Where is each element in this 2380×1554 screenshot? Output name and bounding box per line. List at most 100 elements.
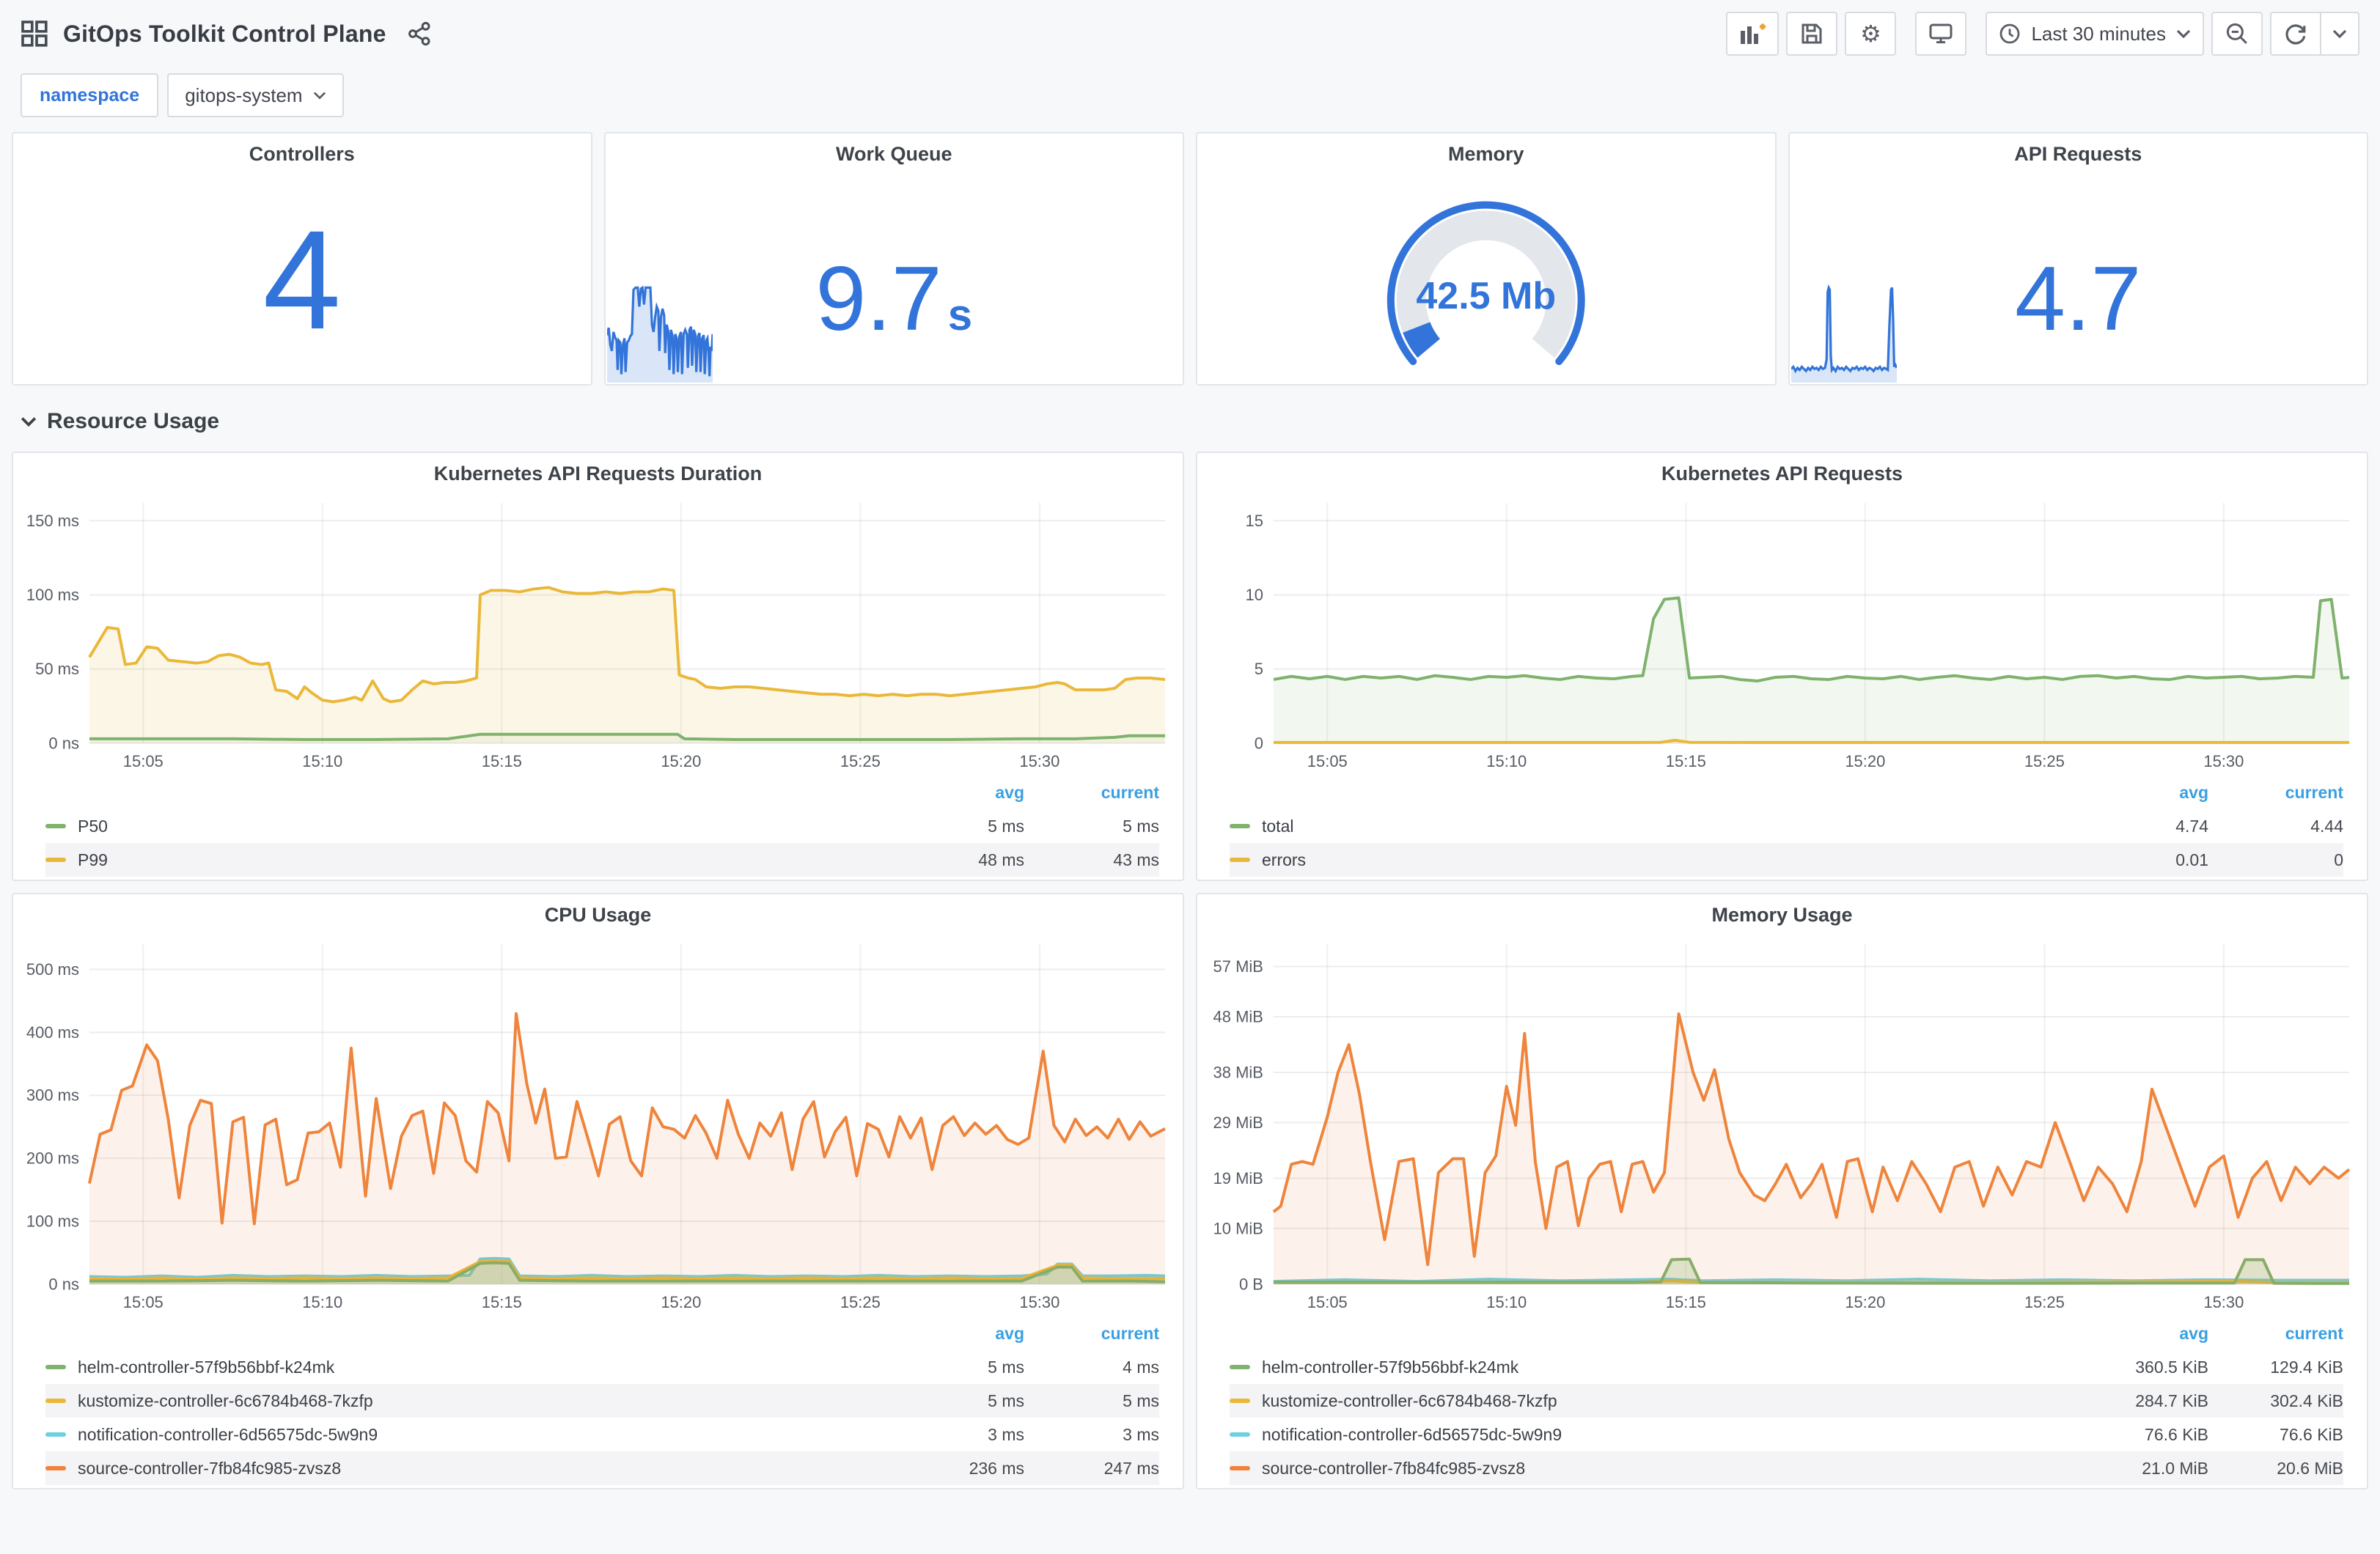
legend-series-toggle[interactable]: helm-controller-57f9b56bbf-k24mk	[1230, 1358, 2085, 1377]
panel-title[interactable]: Controllers	[13, 133, 591, 174]
legend-sort-current[interactable]: current	[1024, 783, 1159, 803]
series-color-dash-icon	[1230, 1399, 1250, 1403]
legend-row: source-controller-7fb84fc985-zvsz8 21.0 M…	[1230, 1451, 2343, 1485]
panel-title[interactable]: Memory Usage	[1197, 894, 2367, 935]
refresh-icon	[2284, 22, 2307, 45]
cycle-view-mode-button[interactable]	[1915, 12, 1967, 56]
legend-series-toggle[interactable]: kustomize-controller-6c6784b468-7kzfp	[1230, 1391, 2085, 1411]
svg-text:15:10: 15:10	[1486, 752, 1527, 770]
svg-text:500 ms: 500 ms	[26, 960, 79, 979]
legend-avg-value: 48 ms	[978, 850, 1024, 869]
svg-text:48 MiB: 48 MiB	[1213, 1007, 1263, 1025]
legend-series-toggle[interactable]: source-controller-7fb84fc985-zvsz8	[1230, 1459, 2085, 1478]
legend-series-toggle[interactable]: total	[1230, 817, 2085, 836]
svg-text:15:15: 15:15	[1666, 1293, 1706, 1311]
series-color-dash-icon	[45, 1399, 66, 1403]
legend-series-toggle[interactable]: P99	[45, 850, 901, 870]
svg-text:15:10: 15:10	[302, 1293, 342, 1311]
legend-row: errors 0.01 0	[1230, 843, 2343, 877]
zoom-out-icon	[2225, 22, 2249, 45]
svg-text:0 ns: 0 ns	[48, 734, 79, 752]
panel-title[interactable]: Work Queue	[606, 133, 1183, 174]
svg-text:100 ms: 100 ms	[26, 586, 79, 604]
svg-text:15:05: 15:05	[123, 752, 164, 770]
legend-sort-current[interactable]: current	[2208, 783, 2343, 803]
svg-text:15:05: 15:05	[1307, 1293, 1348, 1311]
chart-legend: avg current total 4.74 4.44 errors 0.01 0	[1197, 776, 2367, 877]
legend-avg-value: 360.5 KiB	[2135, 1357, 2208, 1377]
legend-sort-avg[interactable]: avg	[2085, 1324, 2208, 1344]
legend-series-name: P99	[78, 850, 108, 869]
chevron-down-icon	[2332, 29, 2347, 38]
legend-series-toggle[interactable]: kustomize-controller-6c6784b468-7kzfp	[45, 1391, 901, 1411]
panel-cpu-usage: CPU Usage 0 ns 100 ms 200 ms 300 ms 400 ms 50…	[12, 893, 1184, 1489]
legend-row: source-controller-7fb84fc985-zvsz8 236 ms…	[45, 1451, 1159, 1485]
legend-sort-avg[interactable]: avg	[2085, 783, 2208, 803]
legend-avg-value: 284.7 KiB	[2135, 1391, 2208, 1410]
svg-text:0: 0	[1255, 734, 1263, 752]
svg-text:15:20: 15:20	[661, 752, 701, 770]
zoom-out-time-button[interactable]	[2211, 12, 2263, 56]
series-color-dash-icon	[45, 1466, 66, 1470]
namespace-variable-select[interactable]: gitops-system	[167, 73, 344, 117]
panel-work-queue: Work Queue 9.7 s	[603, 132, 1184, 386]
work-queue-stat-value: 9.7 s	[815, 248, 973, 350]
legend-row: P50 5 ms 5 ms	[45, 809, 1159, 843]
svg-text:15:15: 15:15	[1666, 752, 1706, 770]
legend-sort-current[interactable]: current	[1024, 1324, 1159, 1344]
svg-text:50 ms: 50 ms	[35, 660, 79, 678]
svg-text:0 ns: 0 ns	[48, 1275, 79, 1293]
svg-text:15:20: 15:20	[661, 1293, 701, 1311]
memory-usage-chart: 0 B 10 MiB 19 MiB 29 MiB 38 MiB 48 MiB 57 MiB 1…	[1213, 944, 2351, 1311]
refresh-button[interactable]	[2270, 12, 2321, 56]
legend-header: avg current	[45, 1317, 1159, 1350]
legend-current-value: 302.4 KiB	[2270, 1391, 2343, 1410]
legend-sort-current[interactable]: current	[2208, 1324, 2343, 1344]
panel-title[interactable]: CPU Usage	[13, 894, 1183, 935]
panel-title[interactable]: API Requests	[1790, 133, 2368, 174]
legend-current-value: 20.6 MiB	[2277, 1458, 2343, 1478]
legend-current-value: 247 ms	[1103, 1458, 1159, 1478]
svg-text:15:10: 15:10	[1486, 1293, 1527, 1311]
legend-series-toggle[interactable]: P50	[45, 817, 901, 836]
legend-series-name: kustomize-controller-6c6784b468-7kzfp	[1262, 1391, 1557, 1410]
namespace-variable-value: gitops-system	[185, 84, 303, 106]
legend-series-name: helm-controller-57f9b56bbf-k24mk	[1262, 1357, 1519, 1377]
legend-row: kustomize-controller-6c6784b468-7kzfp 284…	[1230, 1384, 2343, 1418]
panel-title[interactable]: Kubernetes API Requests	[1197, 453, 2367, 494]
add-panel-button[interactable]	[1726, 12, 1780, 56]
legend-sort-avg[interactable]: avg	[901, 783, 1024, 803]
svg-text:200 ms: 200 ms	[26, 1149, 79, 1168]
legend-series-toggle[interactable]: notification-controller-6d56575dc-5w9n9	[45, 1425, 901, 1445]
svg-text:19 MiB: 19 MiB	[1213, 1169, 1263, 1187]
clock-icon	[1999, 23, 2021, 45]
k8s-api-requests-chart: 0 5 10 15 15:05 15:10 15:15 15:20 15:25 15:30	[1246, 503, 2350, 770]
legend-series-toggle[interactable]: errors	[1230, 850, 2085, 870]
svg-text:15:30: 15:30	[2203, 1293, 2244, 1311]
svg-text:15:25: 15:25	[840, 752, 881, 770]
legend-series-name: notification-controller-6d56575dc-5w9n9	[78, 1424, 378, 1444]
legend-series-toggle[interactable]: source-controller-7fb84fc985-zvsz8	[45, 1459, 901, 1478]
time-range-picker[interactable]: Last 30 minutes	[1986, 12, 2204, 56]
share-icon[interactable]	[407, 21, 432, 46]
chevron-down-icon	[21, 417, 37, 427]
series-color-dash-icon	[45, 1365, 66, 1369]
legend-current-value: 129.4 KiB	[2270, 1357, 2343, 1377]
legend-row: notification-controller-6d56575dc-5w9n9 7…	[1230, 1418, 2343, 1451]
svg-text:15:15: 15:15	[482, 752, 522, 770]
section-resource-usage[interactable]: Resource Usage	[12, 386, 2368, 452]
save-dashboard-button[interactable]	[1786, 12, 1838, 56]
dashboard-settings-button[interactable]: ⚙	[1845, 12, 1897, 56]
legend-series-toggle[interactable]: helm-controller-57f9b56bbf-k24mk	[45, 1358, 901, 1377]
legend-avg-value: 5 ms	[988, 1391, 1024, 1410]
legend-row: helm-controller-57f9b56bbf-k24mk 5 ms 4 ms	[45, 1350, 1159, 1384]
dashboard-header: GitOps Toolkit Control Plane ⚙ Last 30 m…	[12, 0, 2368, 67]
refresh-interval-dropdown[interactable]	[2321, 12, 2359, 56]
k8s-api-requests-duration-chart: 0 ns 50 ms 100 ms 150 ms 15:05 15:10 15:15 15:2…	[26, 503, 1166, 770]
legend-row: kustomize-controller-6c6784b468-7kzfp 5 m…	[45, 1384, 1159, 1418]
legend-sort-avg[interactable]: avg	[901, 1324, 1024, 1344]
panel-title[interactable]: Kubernetes API Requests Duration	[13, 453, 1183, 494]
panel-title[interactable]: Memory	[1197, 133, 1775, 174]
legend-series-toggle[interactable]: notification-controller-6d56575dc-5w9n9	[1230, 1425, 2085, 1445]
svg-text:15:20: 15:20	[1845, 752, 1885, 770]
